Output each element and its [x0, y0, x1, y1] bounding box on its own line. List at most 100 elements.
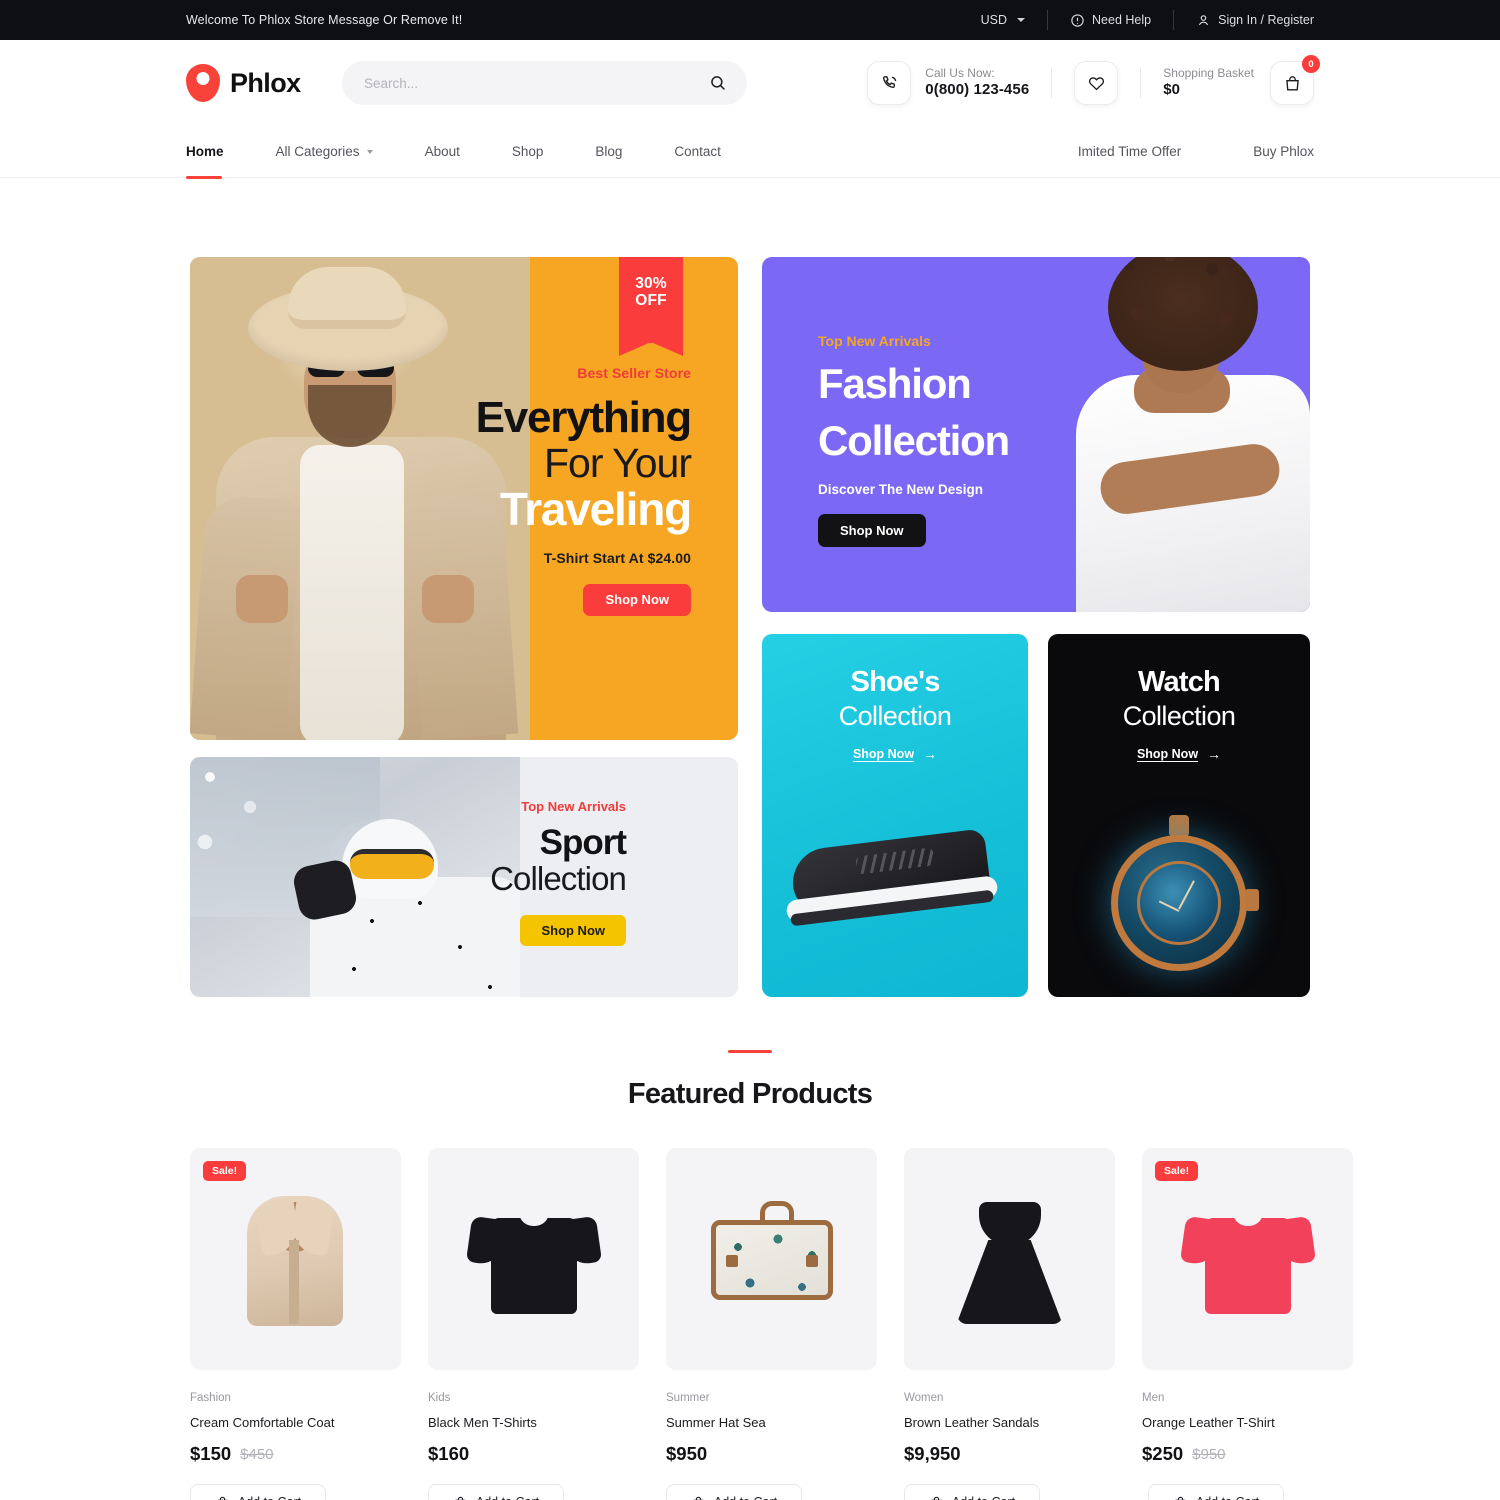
featured-products-grid: Sale! Fashion Cream Comfortable Coat $15… [190, 1148, 1353, 1500]
nav-label: All Categories [275, 144, 360, 159]
nav-item-all-categories[interactable]: All Categories [250, 126, 399, 178]
product-price: $160 [428, 1443, 470, 1464]
heart-icon [1087, 74, 1106, 93]
product-thumbnail[interactable] [904, 1148, 1115, 1370]
announcement-message: Welcome To Phlox Store Message Or Remove… [186, 13, 463, 27]
add-to-cart-button[interactable]: Add to Cart [428, 1484, 564, 1500]
nav-item-shop[interactable]: Shop [486, 126, 570, 178]
product-price: $150 [190, 1443, 232, 1464]
product-thumbnail[interactable]: Sale! [190, 1148, 401, 1370]
section-divider-accent [728, 1050, 772, 1053]
add-to-cart-button[interactable]: Add to Cart [1148, 1484, 1284, 1500]
call-label: Call Us Now: [925, 66, 995, 81]
featured-products-title: Featured Products [627, 1078, 873, 1110]
product-name[interactable]: Brown Leather Sandals [904, 1415, 1115, 1430]
sport-title-1: Sport [539, 823, 627, 862]
hero-main-text: Best Seller Store Everything For Your Tr… [361, 365, 692, 616]
sport-shop-now-button[interactable]: Shop Now [520, 915, 626, 947]
product-thumbnail[interactable] [428, 1148, 639, 1370]
divider [1051, 68, 1053, 98]
product-thumbnail[interactable]: Sale! [1142, 1148, 1353, 1370]
shoes-shop-now-link[interactable]: Shop Now → [762, 746, 1028, 762]
account-label: Sign In / Register [1218, 13, 1314, 27]
shopping-bag-icon [215, 1495, 230, 1500]
phlox-drop-icon [186, 64, 220, 102]
need-help-link[interactable]: Need Help [1070, 13, 1151, 28]
header-utilities: Call Us Now: 0(800) 123-456 Shopping Bas… [867, 55, 1320, 105]
add-to-cart-button[interactable]: Add to Cart [904, 1484, 1040, 1500]
currency-selector[interactable]: USD [981, 13, 1026, 27]
watch-collection-card[interactable]: Watch Collection Shop Now → [1048, 634, 1310, 997]
need-help-label: Need Help [1092, 13, 1152, 27]
sign-in-register-link[interactable]: Sign In / Register [1196, 13, 1314, 28]
sale-badge: Sale! [203, 1161, 247, 1181]
basket-block: Shopping Basket $0 [1163, 66, 1254, 100]
add-to-cart-button[interactable]: Add to Cart [190, 1484, 326, 1500]
discount-ribbon: 30% OFF [619, 257, 683, 356]
product-card[interactable]: Women Brown Leather Sandals $9,950 Add t… [904, 1148, 1115, 1500]
search-bar[interactable] [342, 61, 747, 105]
hero-main-banner[interactable]: 30% OFF Best Seller Store Everything For… [190, 257, 738, 740]
page-root: Welcome To Phlox Store Message Or Remove… [0, 0, 1500, 1500]
product-price-row: $160 [428, 1443, 639, 1465]
cart-count-badge: 0 [1302, 55, 1320, 73]
call-number[interactable]: 0(800) 123-456 [925, 81, 1029, 100]
product-card[interactable]: Sale! Men Orange Leather T-Shirt $250 $9… [1142, 1148, 1353, 1500]
user-icon [1196, 13, 1211, 28]
search-input[interactable] [364, 75, 709, 91]
shoes-shop-now-label[interactable]: Shop Now [853, 747, 914, 761]
nav-item-limited-time-offer[interactable]: Imited Time Offer [1078, 144, 1181, 159]
fashion-shop-now-button[interactable]: Shop Now [818, 513, 926, 547]
product-card[interactable]: Sale! Fashion Cream Comfortable Coat $15… [190, 1148, 401, 1500]
hero-main-shop-now-button[interactable]: Shop Now [583, 583, 691, 616]
topbar-utilities: USD Need Help Sign In / Register [981, 10, 1314, 30]
add-to-cart-label: Add to Cart [952, 1495, 1015, 1500]
product-name[interactable]: Orange Leather T-Shirt [1142, 1415, 1353, 1430]
watch-shop-now-label[interactable]: Shop Now [1137, 747, 1198, 761]
nav-label: Shop [511, 144, 544, 159]
phone-button[interactable] [867, 61, 912, 105]
chevron-down-icon [366, 149, 373, 154]
hero-banner-grid: 30% OFF Best Seller Store Everything For… [190, 257, 1310, 997]
cart-button-wrapper[interactable]: 0 [1270, 55, 1320, 105]
product-name[interactable]: Summer Hat Sea [666, 1415, 877, 1430]
sport-collection-banner[interactable]: Top New Arrivals Sport Collection Shop N… [190, 757, 738, 997]
arrow-right-icon: → [923, 746, 938, 762]
product-card[interactable]: Kids Black Men T-Shirts $160 Add to Cart [428, 1148, 639, 1500]
add-to-cart-label: Add to Cart [238, 1495, 301, 1500]
product-category: Women [904, 1392, 944, 1404]
add-to-cart-button[interactable]: Add to Cart [666, 1484, 802, 1500]
nav-item-home[interactable]: Home [186, 126, 250, 179]
nav-item-contact[interactable]: Contact [648, 126, 747, 178]
product-thumbnail[interactable] [666, 1148, 877, 1370]
main-navigation: Home All Categories About Shop Blog Cont… [0, 126, 1500, 179]
logo[interactable]: Phlox [186, 64, 336, 102]
wishlist-button[interactable] [1074, 61, 1119, 105]
shoes-title-1: Shoe's [850, 666, 940, 698]
watch-title-2: Collection [1122, 701, 1236, 731]
shopping-bag-icon [453, 1495, 468, 1500]
nav-item-about[interactable]: About [399, 126, 486, 178]
hero-main-eyebrow: Best Seller Store [577, 365, 691, 381]
chevron-down-icon [1017, 18, 1026, 22]
shoes-collection-card[interactable]: Shoe's Collection Shop Now → [762, 634, 1028, 997]
fashion-collection-banner[interactable]: Top New Arrivals Fashion Collection Disc… [762, 257, 1310, 612]
basket-label: Shopping Basket [1163, 66, 1254, 81]
product-name[interactable]: Cream Comfortable Coat [190, 1415, 401, 1430]
fashion-subtitle: Discover The New Design [818, 481, 984, 497]
product-card[interactable]: Summer Summer Hat Sea $950 Add to Cart [666, 1148, 877, 1500]
search-icon[interactable] [709, 74, 727, 92]
nav-item-buy-phlox[interactable]: Buy Phlox [1253, 144, 1314, 159]
top-announcement-bar: Welcome To Phlox Store Message Or Remove… [0, 0, 1500, 40]
add-to-cart-label: Add to Cart [476, 1495, 539, 1500]
nav-label: Home [186, 144, 224, 159]
product-name[interactable]: Black Men T-Shirts [428, 1415, 639, 1430]
shoes-title-2: Collection [838, 701, 952, 731]
watch-shop-now-link[interactable]: Shop Now → [1048, 746, 1310, 762]
watch-title-1: Watch [1138, 666, 1221, 698]
product-category: Kids [428, 1392, 451, 1404]
fashion-title-1: Fashion [818, 360, 972, 407]
brand-name: Phlox [230, 67, 301, 98]
product-price-row: $250 $950 [1142, 1443, 1353, 1465]
nav-item-blog[interactable]: Blog [569, 126, 648, 178]
